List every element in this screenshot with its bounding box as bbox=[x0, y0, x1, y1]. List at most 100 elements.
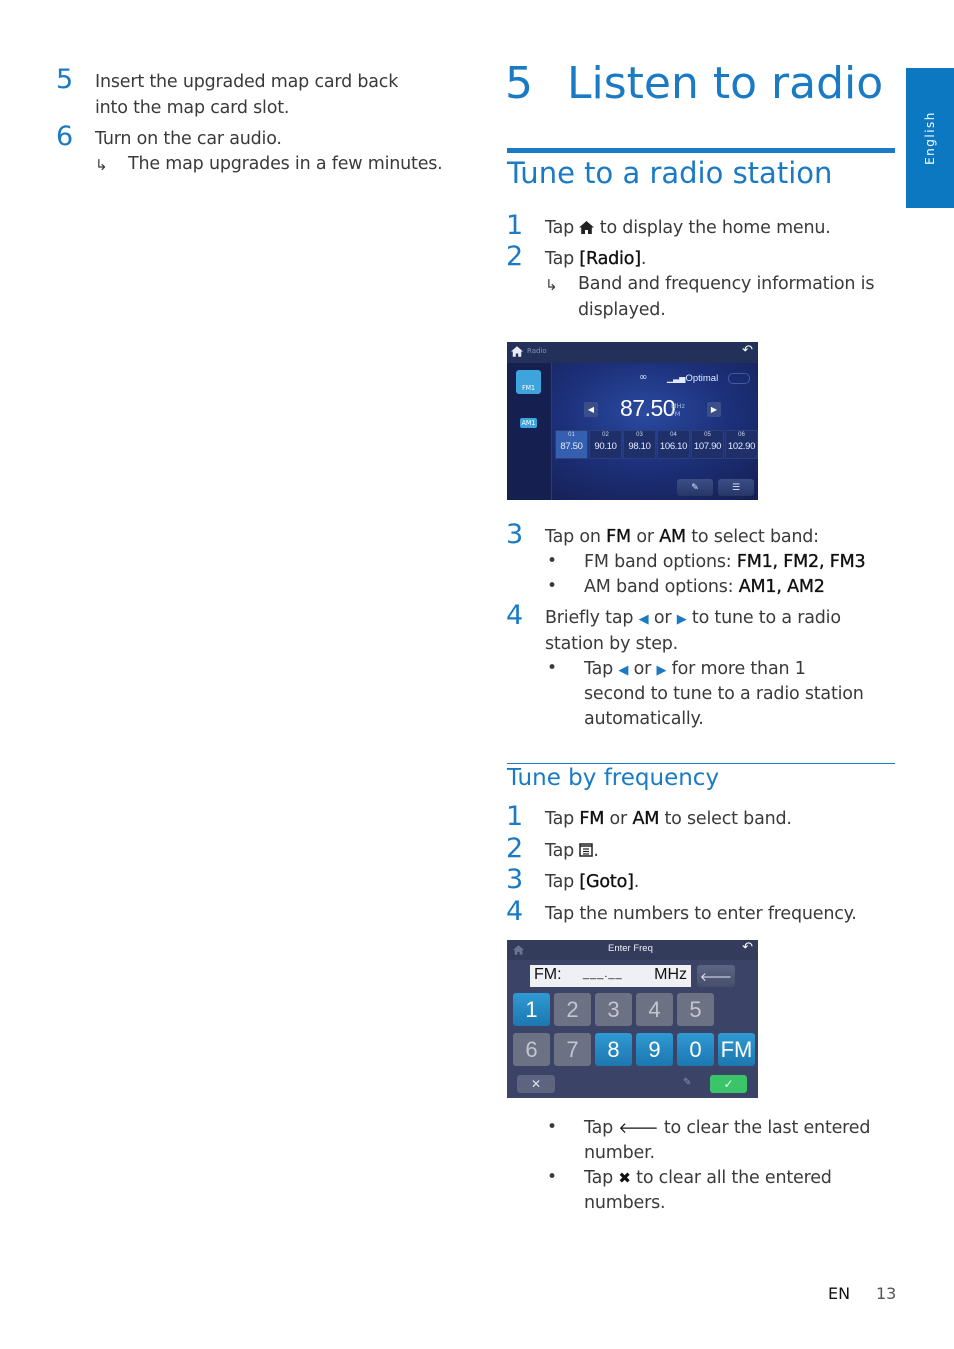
chapter-title-text: Listen to radio bbox=[567, 58, 884, 109]
text-fragment: or bbox=[609, 809, 628, 829]
menu-button: ☰ bbox=[718, 479, 754, 496]
enter-freq-screenshot: Enter Freq ↶ FM: ___.__ MHz 🡐 1 2 3 4 5 … bbox=[507, 940, 758, 1098]
chapter-number: 5 bbox=[505, 58, 533, 109]
bullet-text: Tap ◀ or ▶ for more than 1 bbox=[584, 657, 806, 684]
key-7: 7 bbox=[554, 1033, 591, 1066]
step-number: 6 bbox=[56, 121, 74, 152]
key-label: FM bbox=[579, 809, 605, 829]
current-frequency: 87.50 bbox=[620, 395, 676, 421]
back-icon: ↶ bbox=[742, 940, 753, 955]
check-icon: ✓ bbox=[723, 1077, 734, 1091]
pin-button: ✎ bbox=[677, 479, 713, 496]
display-band: FM: bbox=[534, 966, 562, 983]
right-arrow-icon: ▶ bbox=[656, 663, 667, 678]
radio-screen-screenshot: Radio ↶ FM1 AM1 ∞ ▁▃▅Optimal ◀ 87.50 MHz… bbox=[507, 342, 758, 500]
preset-number: 01 bbox=[568, 432, 575, 438]
bullet-icon: • bbox=[547, 1167, 558, 1187]
pin-icon: ✎ bbox=[691, 482, 699, 493]
footer-language: EN bbox=[828, 1284, 851, 1303]
backspace-button: 🡐 bbox=[697, 965, 735, 987]
step-text: station by step. bbox=[545, 634, 679, 654]
text-fragment: or bbox=[633, 659, 652, 679]
display-value: ___.__ bbox=[583, 968, 623, 980]
text-fragment: for more than 1 bbox=[671, 659, 806, 679]
key-0: 0 bbox=[677, 1033, 714, 1066]
step-result: displayed. bbox=[578, 300, 666, 320]
section-heading: Tune to a radio station bbox=[507, 156, 833, 190]
preset-frequency: 98.10 bbox=[628, 441, 651, 452]
preset-frequency: 107.90 bbox=[693, 441, 722, 452]
text-fragment: to select band. bbox=[664, 809, 792, 829]
preset-item: 03 98.10 bbox=[623, 430, 656, 459]
text-fragment: to display the home menu. bbox=[599, 218, 831, 238]
step-number: 4 bbox=[506, 600, 524, 631]
text-fragment: Tap bbox=[584, 1118, 614, 1138]
home-icon bbox=[579, 221, 595, 234]
keypad-title: Enter Freq bbox=[608, 943, 653, 954]
chapter-title: 5 Listen to radio bbox=[505, 58, 883, 109]
step-text: Insert the upgraded map card back into t… bbox=[95, 72, 399, 118]
key-3: 3 bbox=[595, 993, 632, 1026]
key-8: 8 bbox=[595, 1033, 632, 1066]
radio-top-bar: Radio ↶ bbox=[507, 342, 758, 363]
step-number: 1 bbox=[506, 210, 524, 241]
band-label: AM1 bbox=[519, 418, 538, 428]
bullet-text: AM band options: AM1, AM2 bbox=[584, 575, 825, 601]
bullet-text: second to tune to a radio station bbox=[584, 684, 864, 704]
unit-label: MHz bbox=[671, 402, 685, 410]
preset-item: 04 106.10 bbox=[657, 430, 690, 459]
step-number: 2 bbox=[506, 241, 524, 272]
preset-frequency: 106.10 bbox=[659, 441, 688, 452]
bullet-text: Tap ✖ to clear all the entered bbox=[584, 1166, 832, 1192]
bullet-text: number. bbox=[584, 1143, 655, 1163]
tune-left-button: ◀ bbox=[584, 402, 598, 417]
text-fragment: Tap bbox=[545, 872, 575, 892]
key-5: 5 bbox=[677, 993, 714, 1026]
key-label: AM bbox=[659, 527, 686, 547]
preset-list: 01 87.50 02 90.10 03 98.10 04 106.10 05 107.9… bbox=[555, 430, 758, 459]
text-fragment: or bbox=[636, 527, 654, 547]
stereo-icon: ∞ bbox=[639, 372, 648, 383]
preset-number: 02 bbox=[602, 432, 609, 438]
preset-item: 05 107.90 bbox=[691, 430, 724, 459]
back-icon: ↶ bbox=[742, 343, 753, 358]
key-label: [Goto] bbox=[579, 872, 634, 892]
bullet-icon: • bbox=[547, 658, 558, 678]
band-label: FM1 bbox=[521, 384, 536, 392]
key-9: 9 bbox=[636, 1033, 673, 1066]
tune-right-button: ▶ bbox=[707, 402, 721, 417]
bullet-text: automatically. bbox=[584, 709, 704, 729]
step-text: Briefly tap ◀ or ▶ to tune to a radio bbox=[545, 606, 841, 633]
step-number: 1 bbox=[506, 801, 524, 832]
key-6: 6 bbox=[513, 1033, 550, 1066]
result-arrow-icon: ↳ bbox=[95, 156, 108, 174]
text-fragment: Briefly tap bbox=[545, 608, 634, 628]
menu-list-icon bbox=[579, 843, 594, 857]
backspace-arrow-icon: 🡐 bbox=[618, 1119, 659, 1137]
band-button-fm1: FM1 bbox=[516, 370, 541, 394]
bullet-text: FM band options: FM1, FM2, FM3 bbox=[584, 550, 866, 576]
text-fragment: . bbox=[593, 841, 599, 861]
step-number: 3 bbox=[506, 519, 524, 550]
radio-top-label: Radio bbox=[527, 347, 547, 355]
text-fragment: Tap bbox=[545, 218, 575, 238]
text-fragment: Tap bbox=[545, 841, 575, 861]
step-number: 2 bbox=[506, 833, 524, 864]
preset-item: 02 90.10 bbox=[589, 430, 622, 459]
text-fragment: to tune to a radio bbox=[691, 608, 841, 628]
bullet-text: Tap 🡐 to clear the last entered bbox=[584, 1116, 870, 1142]
key-label: AM bbox=[632, 809, 660, 829]
pin-icon: ✎ bbox=[683, 1077, 692, 1088]
preset-number: 05 bbox=[704, 432, 711, 438]
text-fragment: . bbox=[640, 249, 647, 269]
display-unit: MHz bbox=[654, 966, 687, 983]
preset-number: 03 bbox=[636, 432, 643, 438]
title-rule bbox=[507, 148, 895, 153]
keypad-row-2: 6 7 8 9 0 FM bbox=[513, 1033, 755, 1066]
step-text: Tap . bbox=[545, 839, 599, 865]
text-fragment: to clear all the entered bbox=[636, 1168, 832, 1188]
page-number: 13 bbox=[876, 1284, 897, 1303]
step-number: 5 bbox=[56, 64, 74, 95]
clear-all-button: ✕ bbox=[517, 1075, 555, 1093]
step-text: Tap FM or AM to select band. bbox=[545, 807, 792, 833]
